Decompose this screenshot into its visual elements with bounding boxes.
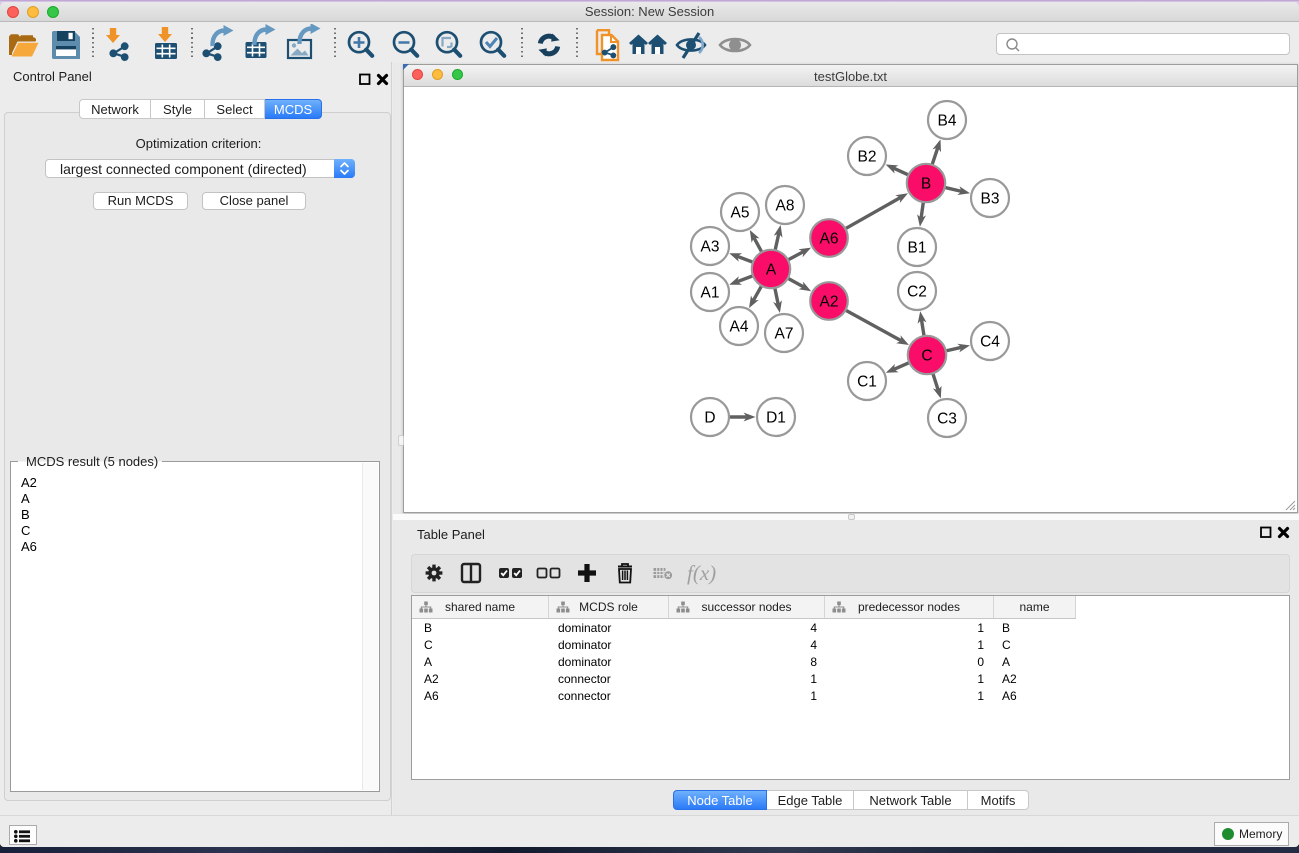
svg-text:A8: A8 xyxy=(776,198,795,215)
svg-text:A2: A2 xyxy=(820,294,839,311)
svg-text:C1: C1 xyxy=(857,374,877,391)
svg-text:B4: B4 xyxy=(938,113,957,130)
svg-text:C: C xyxy=(921,348,932,365)
svg-text:D1: D1 xyxy=(766,410,786,427)
svg-text:B2: B2 xyxy=(858,149,877,166)
svg-text:B1: B1 xyxy=(908,240,927,257)
svg-text:A7: A7 xyxy=(775,326,794,343)
svg-text:B: B xyxy=(921,176,931,193)
svg-text:A4: A4 xyxy=(730,319,749,336)
svg-text:A5: A5 xyxy=(731,205,750,222)
svg-text:B3: B3 xyxy=(981,191,1000,208)
svg-text:D: D xyxy=(704,410,715,427)
svg-text:A6: A6 xyxy=(820,231,839,248)
svg-text:C2: C2 xyxy=(907,284,927,301)
svg-text:C4: C4 xyxy=(980,334,1000,351)
svg-text:A1: A1 xyxy=(701,285,720,302)
svg-text:A: A xyxy=(766,262,777,279)
svg-text:f(x): f(x) xyxy=(687,561,716,585)
svg-text:C3: C3 xyxy=(937,411,957,428)
svg-text:A3: A3 xyxy=(701,239,720,256)
